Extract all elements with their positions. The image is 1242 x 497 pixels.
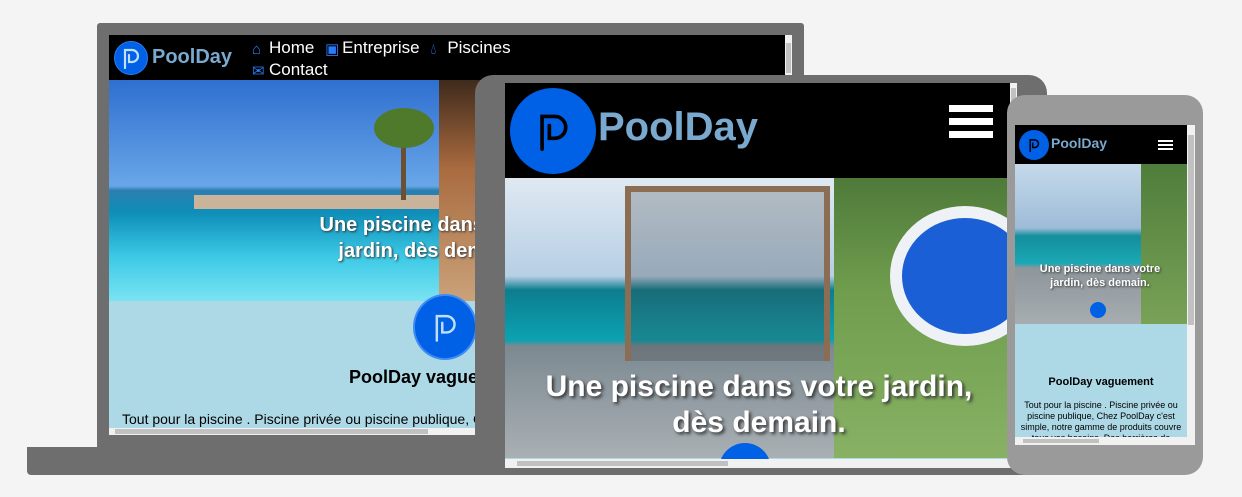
laptop-navbar: PoolDay ⌂ Home ▣ Entreprise 💧︎ Piscines ✉ Co… [109,35,785,80]
nav-item-home[interactable]: ⌂ Home [252,37,314,59]
tablet-screen: PoolDay Une piscine dans votre jardin, d… [505,83,1017,468]
hero-banner: Une piscine dans votre jardin, dès demai… [1015,164,1187,324]
section-heading: PoolDay vaguement [1048,376,1154,388]
palm-tree [374,108,434,148]
scrollbar-thumb[interactable] [786,43,791,73]
nav-item-entreprise[interactable]: ▣ Entreprise [325,37,419,59]
hero-banner: Une piscine dans votre jardin, dès demai… [505,178,1010,458]
poolday-logo-icon[interactable] [1019,130,1049,160]
nav-label: Entreprise [342,38,420,57]
tablet-navbar: PoolDay [505,83,1010,178]
palm-trunk [401,140,406,200]
poolday-logo-icon[interactable] [114,41,148,75]
brand-name[interactable]: PoolDay [152,46,232,69]
cabana [625,186,830,361]
hamburger-menu-icon[interactable] [1158,140,1173,152]
phone-screen: PoolDay Une piscine dans votre jardin, d… [1015,125,1195,445]
hero-image-cabana [1015,164,1141,324]
nav-label: Contact [269,60,328,79]
id-card-icon: ▣ [325,41,340,58]
scrollbar-thumb[interactable] [115,429,428,434]
brand-name[interactable]: PoolDay [1051,135,1107,151]
section-body: Tout pour la piscine . Piscine privée ou… [1020,400,1182,437]
poolday-logo-icon[interactable] [510,88,596,174]
brand-name[interactable]: PoolDay [598,105,758,150]
envelope-icon: ✉ [252,63,265,80]
hero-tagline: Une piscine dans votre jardin, dès demai… [1039,263,1161,289]
home-icon: ⌂ [252,41,262,58]
scrollbar-thumb[interactable] [1188,135,1194,325]
nav-label: Home [269,38,315,57]
hamburger-menu-icon[interactable] [949,105,993,139]
responsive-mockup: PoolDay ⌂ Home ▣ Entreprise 💧︎ Piscines ✉ Co… [0,0,1242,497]
nav-item-contact[interactable]: ✉ Contact [252,59,328,81]
scrollbar-thumb[interactable] [517,461,728,466]
phone-navbar: PoolDay [1015,125,1187,164]
hero-image-garden [1141,164,1187,324]
nav-label: Piscines [447,38,511,57]
nav-item-piscines[interactable]: 💧︎ Piscines [430,37,510,59]
water-drop-icon: 💧︎ [430,41,437,58]
hero-tagline: Une piscine dans votre jardin, dès demai… [545,370,973,439]
poolday-logo-icon [413,294,477,360]
poolday-logo-icon [1090,302,1106,318]
scrollbar-thumb[interactable] [1023,439,1099,443]
